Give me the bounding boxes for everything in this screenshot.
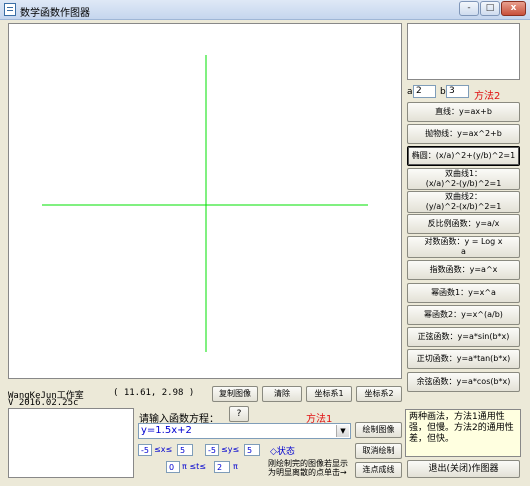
t-max-input[interactable]: 2	[214, 461, 230, 473]
close-button[interactable]: x	[501, 1, 526, 16]
exit-button[interactable]: 退出(关闭)作图器	[407, 460, 520, 478]
power1-function-button[interactable]: 幂函数1：y=x^a	[407, 283, 520, 303]
cosine-function-button[interactable]: 余弦函数：y=a*cos(b*x)	[407, 372, 520, 392]
discrete-note-line1: 刚绘制完的图像若显示	[268, 459, 348, 468]
method-info-box: 两种画法，方法1通用性强，但慢。方法2的通用性差，但快。	[405, 409, 521, 457]
connect-points-button[interactable]: 连点成线	[355, 462, 402, 478]
x-max-input[interactable]: 5	[177, 444, 193, 456]
y-max-input[interactable]: 5	[244, 444, 260, 456]
b-label: b	[440, 87, 446, 97]
title-bar: 数学函数作图器 - □ x	[0, 0, 530, 20]
coord-system2-button[interactable]: 坐标系2	[356, 386, 402, 402]
line-function-button[interactable]: 直线：y=ax+b	[407, 102, 520, 122]
b-input[interactable]: 3	[446, 85, 469, 98]
y-range-symbol: ≤y≤	[221, 445, 240, 454]
app-icon	[4, 3, 16, 16]
a-input[interactable]: 2	[413, 85, 436, 98]
discrete-note: 刚绘制完的图像若显示 为明显离散的点单击→	[268, 459, 348, 477]
clear-button[interactable]: 清除	[262, 386, 302, 402]
equation-combobox[interactable]: y=1.5x+2 ▼	[138, 423, 351, 439]
maximize-button[interactable]: □	[480, 1, 500, 16]
t-unit-label: π	[233, 462, 238, 471]
x-range-symbol: ≤x≤	[154, 445, 173, 454]
chevron-down-icon[interactable]: ▼	[336, 425, 349, 437]
y-min-input[interactable]: -5	[205, 444, 219, 456]
equation-value: y=1.5x+2	[141, 425, 192, 436]
parabola-function-button[interactable]: 抛物线：y=ax^2+b	[407, 124, 520, 144]
a-label: a	[407, 87, 413, 97]
axes-svg	[42, 55, 368, 352]
t-min-input[interactable]: 0	[166, 461, 180, 473]
preview-panel	[407, 23, 520, 80]
ellipse-function-button[interactable]: 椭圆：(x/a)^2+(y/b)^2=1	[407, 146, 520, 166]
copy-image-button[interactable]: 复制图像	[212, 386, 258, 402]
t-range-symbol: π ≤t≤	[182, 462, 206, 471]
method2-label: 方法2	[474, 91, 501, 102]
help-button[interactable]: ?	[229, 406, 249, 422]
hyperbola1-function-button[interactable]: 双曲线1： (x/a)^2-(y/b)^2=1	[407, 168, 520, 190]
x-min-input[interactable]: -5	[138, 444, 152, 456]
tangent-function-button[interactable]: 正切函数：y=a*tan(b*x)	[407, 349, 520, 369]
draw-image-button[interactable]: 绘制图像	[355, 422, 402, 438]
minimize-button[interactable]: -	[459, 1, 479, 16]
status-label[interactable]: ◇状态	[270, 444, 295, 457]
info-panel	[8, 408, 134, 478]
coordinate-readout: ( 11.61, 2.98 )	[113, 388, 195, 398]
exponential-function-button[interactable]: 指数函数：y=a^x	[407, 260, 520, 280]
window-title: 数学函数作图器	[20, 8, 90, 19]
sine-function-button[interactable]: 正弦函数：y=a*sin(b*x)	[407, 327, 520, 347]
plot-canvas[interactable]	[8, 23, 402, 379]
inverse-function-button[interactable]: 反比例函数：y=a/x	[407, 214, 520, 234]
log-function-button[interactable]: 对数函数：y = Log x a	[407, 236, 520, 258]
discrete-note-line2: 为明显离散的点单击→	[268, 468, 347, 477]
power2-function-button[interactable]: 幂函数2：y=x^(a/b)	[407, 305, 520, 325]
coord-system1-button[interactable]: 坐标系1	[306, 386, 352, 402]
cancel-draw-button[interactable]: 取消绘制	[355, 443, 402, 459]
hyperbola2-function-button[interactable]: 双曲线2： (y/a)^2-(x/b)^2=1	[407, 191, 520, 213]
version-label: V 2016.02.25c	[8, 398, 79, 408]
